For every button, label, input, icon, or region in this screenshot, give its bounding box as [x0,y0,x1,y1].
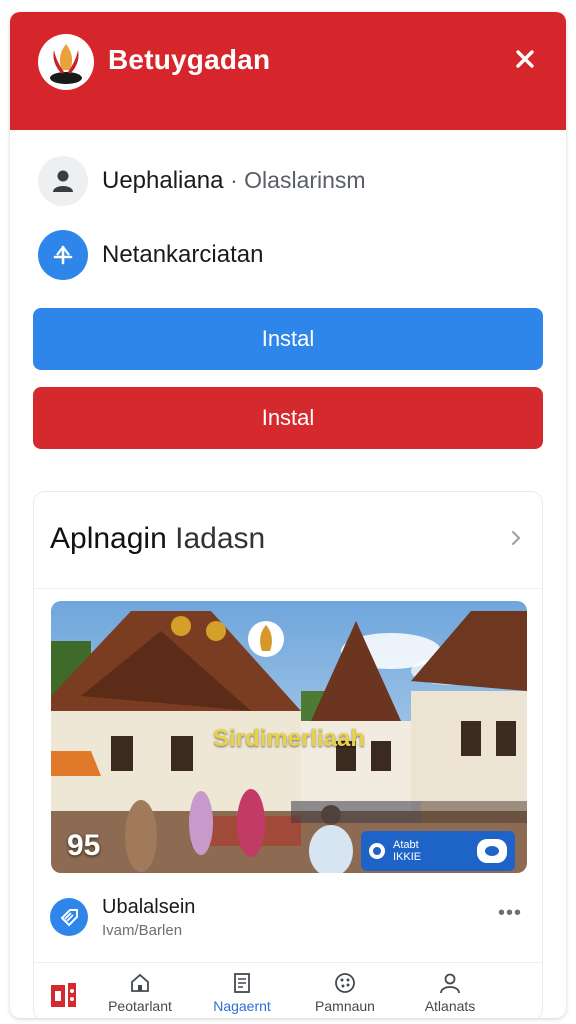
torch-emblem-icon [38,34,94,90]
list-item-title: Ubalalsein [102,896,196,918]
install-button-secondary[interactable]: Instal [33,387,543,449]
navigate-row[interactable]: Netankarciatan [38,229,538,281]
close-button[interactable] [510,44,540,74]
hero-badge[interactable]: Atabt IKKIE [361,831,515,871]
account-label: Uephaliana · Olaslarinsm [102,167,366,195]
panel-title-light: Iadasn [175,522,266,555]
account-name: Uephaliana [102,167,224,194]
account-row[interactable]: Uephaliana · Olaslarinsm [38,155,538,207]
document-icon [234,973,250,993]
hero-overlay-title: Sirdimerliaah [212,725,366,752]
list-item-subtitle: Ivam/Barlen [102,922,183,939]
app-panel: Aplnagin Iadasn Sirdimerliaah 95 Atabt I… [33,491,543,1018]
tab-palette-label: Pamnaun [315,998,375,1014]
chevron-right-icon[interactable] [506,528,526,548]
hero-badge-line2: IKKIE [393,851,422,863]
tag-icon [50,898,88,936]
seal-icon [369,843,385,859]
palette-icon [335,973,355,993]
plus-icon [38,230,88,280]
tab-home-label: Peotarlant [108,998,172,1014]
hero-badge-text: Atabt IKKIE [393,839,421,863]
home-icon [131,973,149,992]
tab-documents[interactable]: Nagaernt [192,971,292,1018]
install-button-primary[interactable]: Instal [33,308,543,370]
panel-title-bold: Aplnagin [50,522,167,555]
list-item[interactable]: Ubalalsein Ivam/Barlen ••• [50,892,530,942]
tab-account-label: Atlanats [424,998,476,1014]
account-sublabel: · Olaslarinsm [230,167,366,193]
panel-divider [34,588,542,589]
app-window: Betuygadan Uephaliana · Olaslarinsm Neta… [10,12,566,1018]
chat-bubble-icon [477,839,507,863]
tab-home[interactable]: Peotarlant [90,971,190,1018]
hero-badge-line1: Atabt [393,839,419,851]
tab-account[interactable]: Atlanats [400,971,500,1018]
tab-palette[interactable]: Pamnaun [295,971,395,1018]
hero-count: 95 [67,829,101,862]
more-horizontal-icon[interactable]: ••• [498,902,522,925]
hero-image[interactable]: Sirdimerliaah 95 Atabt IKKIE [51,601,527,873]
brand-icon[interactable] [48,979,80,1011]
person-icon [38,156,88,206]
tab-documents-label: Nagaernt [213,998,271,1014]
navigate-label: Netankarciatan [102,241,264,268]
panel-title: Aplnagin Iadasn [50,522,265,556]
app-header: Betuygadan [10,12,566,130]
person-icon [440,973,460,994]
close-icon [516,50,534,68]
app-title: Betuygadan [108,44,271,75]
bottom-tab-bar: Peotarlant Nagaernt Pamnaun Atlanats [34,962,542,1018]
